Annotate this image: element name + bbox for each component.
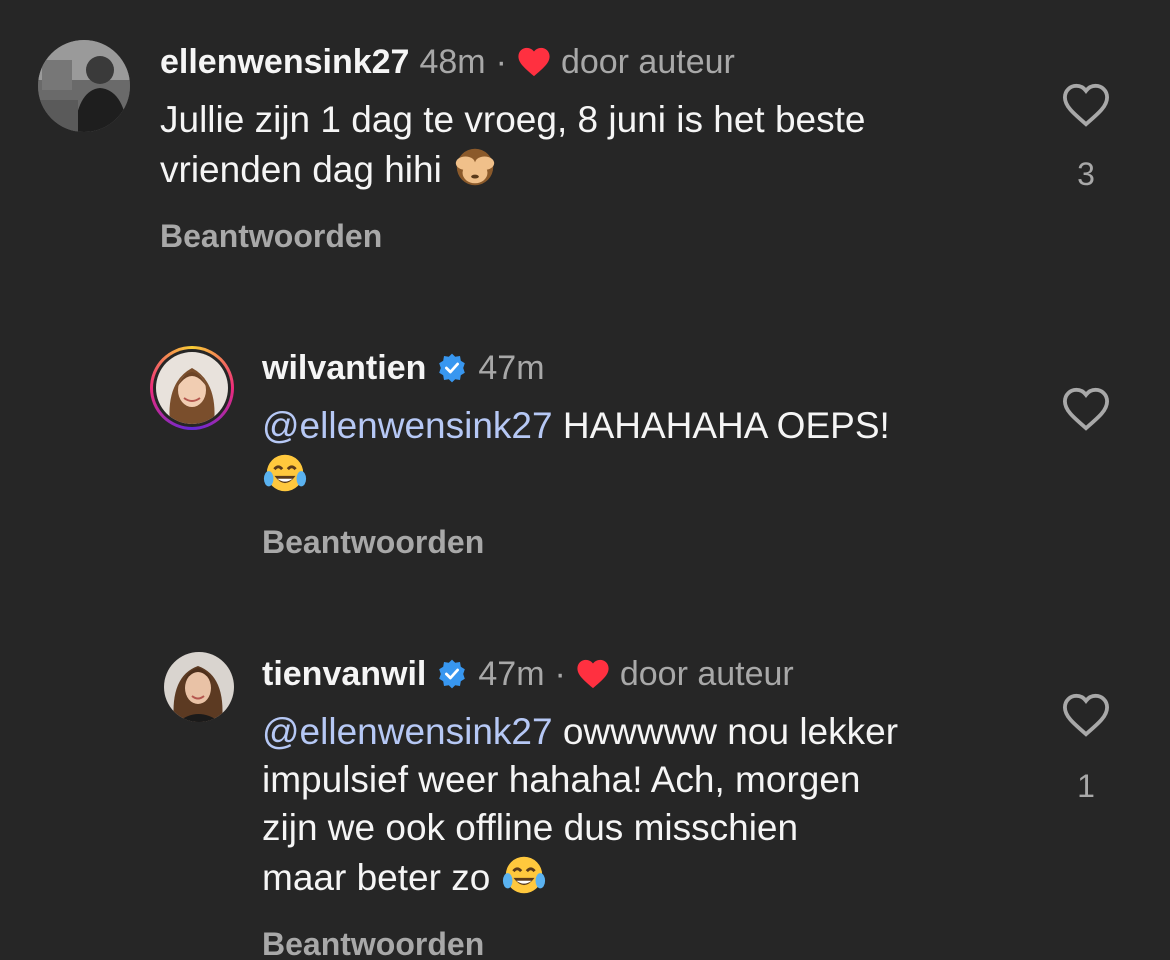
reply-button[interactable]: Beantwoorden xyxy=(160,218,382,255)
separator: · xyxy=(495,42,507,81)
heart-outline-icon[interactable] xyxy=(1061,692,1111,738)
heart-icon xyxy=(518,47,550,77)
reply-button[interactable]: Beantwoorden xyxy=(262,524,484,561)
verified-badge-icon xyxy=(439,659,466,689)
story-ring[interactable] xyxy=(150,346,234,430)
face-with-tears-of-joy-icon xyxy=(502,856,545,894)
username[interactable]: wilvantien xyxy=(262,349,426,388)
comment-wilvantien: wilvantien 47m @ellenwensink27 HAHAHAHA … xyxy=(0,300,1170,620)
comment-meta: tienvanwil 47m · door auteur xyxy=(262,652,794,696)
verified-badge-icon xyxy=(439,353,466,383)
liked-by-author-label: door auteur xyxy=(619,654,794,693)
face-with-tears-of-joy-icon xyxy=(263,454,307,492)
reply-button[interactable]: Beantwoorden xyxy=(262,926,484,960)
separator: · xyxy=(554,654,566,693)
comments-thread: ellenwensink27 48m · door auteur Jullie … xyxy=(0,0,1170,960)
username[interactable]: ellenwensink27 xyxy=(160,43,409,82)
comment-ellenwensink27: ellenwensink27 48m · door auteur Jullie … xyxy=(0,0,1170,300)
comment-body: Jullie zijn 1 dag te vroeg, 8 juni is he… xyxy=(160,99,866,190)
avatar[interactable] xyxy=(156,352,228,424)
comment-tienvanwil: tienvanwil 47m · door auteur @ellenwensi… xyxy=(0,620,1170,960)
liked-by-author-label: door auteur xyxy=(560,42,735,81)
comment-meta: ellenwensink27 48m · door auteur xyxy=(160,40,735,84)
avatar[interactable] xyxy=(164,652,234,722)
heart-icon xyxy=(577,659,609,689)
see-no-evil-monkey-icon xyxy=(455,148,495,186)
like-count: 1 xyxy=(1077,768,1095,804)
avatar[interactable] xyxy=(38,40,130,132)
timestamp: 47m xyxy=(478,654,545,693)
timestamp: 47m xyxy=(478,348,545,387)
mention-link[interactable]: @ellenwensink27 xyxy=(262,405,553,446)
heart-outline-icon[interactable] xyxy=(1061,386,1111,432)
like-count: 3 xyxy=(1077,156,1095,192)
comment-text: @ellenwensink27 owwwww nou lekker impuls… xyxy=(262,708,1052,902)
comment-text: @ellenwensink27 HAHAHAHA OEPS! xyxy=(262,402,1042,500)
timestamp: 48m xyxy=(419,42,486,81)
comment-meta: wilvantien 47m xyxy=(262,346,545,390)
comment-text: Jullie zijn 1 dag te vroeg, 8 juni is he… xyxy=(160,96,1040,194)
username[interactable]: tienvanwil xyxy=(262,655,426,694)
heart-outline-icon[interactable] xyxy=(1061,82,1111,128)
comment-body: HAHAHAHA OEPS! xyxy=(562,405,890,446)
mention-link[interactable]: @ellenwensink27 xyxy=(262,711,553,752)
